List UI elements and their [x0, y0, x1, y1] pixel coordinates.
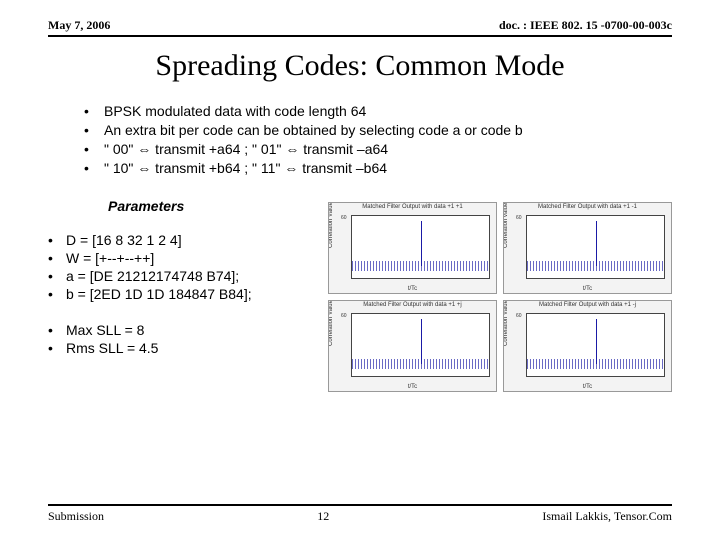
stat-text: Max SLL = 8: [66, 322, 144, 338]
chart-panel: Matched Filter Output with data +1 +j Co…: [328, 300, 497, 392]
bullet-text: " 00" ⇔ transmit +a64 ; " 01" ⇔ transmit…: [104, 141, 388, 157]
list-item: •" 10" ⇔ transmit +b64 ; " 11" ⇔ transmi…: [84, 160, 672, 176]
list-item: •An extra bit per code can be obtained b…: [84, 122, 672, 138]
list-item: •D = [16 8 32 1 2 4]: [48, 232, 328, 248]
footer-row: Submission 12 Ismail Lakkis, Tensor.Com: [48, 509, 672, 524]
chart-ylabel: Correlation value: [503, 203, 509, 248]
footer-author: Ismail Lakkis, Tensor.Com: [542, 509, 672, 524]
list-item: •" 00" ⇔ transmit +a64 ; " 01" ⇔ transmi…: [84, 141, 672, 157]
bullet-dot: •: [84, 141, 104, 157]
stat-text: Rms SLL = 4.5: [66, 340, 158, 356]
param-text: W = [+--+--++]: [66, 250, 154, 266]
chart-panel: Matched Filter Output with data +1 +1 Co…: [328, 202, 497, 294]
chart-spike-icon: [421, 221, 422, 266]
bullet-dot: •: [48, 232, 66, 248]
chart-plot-area: [351, 215, 490, 279]
chart-xlabel: t/Tc: [504, 286, 671, 292]
param-text: D = [16 8 32 1 2 4]: [66, 232, 182, 248]
list-item: •Max SLL = 8: [48, 322, 328, 338]
chart-ytick: 60: [341, 313, 347, 319]
bullet-dot: •: [48, 286, 66, 302]
page-title: Spreading Codes: Common Mode: [48, 49, 672, 83]
header-date: May 7, 2006: [48, 18, 110, 33]
chart-title: Matched Filter Output with data +1 -1: [504, 204, 671, 210]
bullet-text: An extra bit per code can be obtained by…: [104, 122, 523, 138]
chart-plot-area: [526, 215, 665, 279]
chart-title: Matched Filter Output with data +1 -j: [504, 302, 671, 308]
bullet-dot: •: [84, 122, 104, 138]
list-item: •W = [+--+--++]: [48, 250, 328, 266]
chart-spike-icon: [421, 319, 422, 364]
header-row: May 7, 2006 doc. : IEEE 802. 15 -0700-00…: [48, 18, 672, 35]
list-item: •BPSK modulated data with code length 64: [84, 103, 672, 119]
list-item: •Rms SLL = 4.5: [48, 340, 328, 356]
param-text: b = [2ED 1D 1D 184847 B84];: [66, 286, 252, 302]
chart-xlabel: t/Tc: [329, 286, 496, 292]
chart-spike-icon: [596, 319, 597, 364]
chart-ylabel: Correlation Value: [328, 202, 334, 248]
header-doc: doc. : IEEE 802. 15 -0700-00-003c: [499, 18, 672, 33]
footer-left: Submission: [48, 509, 104, 524]
chart-ylabel: Correlation Value: [503, 300, 509, 346]
chart-ytick: 60: [516, 215, 522, 221]
chart-title: Matched Filter Output with data +1 +1: [329, 204, 496, 210]
bullet-text: " 10" ⇔ transmit +b64 ; " 11" ⇔ transmit…: [104, 160, 387, 176]
list-item: •b = [2ED 1D 1D 184847 B84];: [48, 286, 328, 302]
chart-spike-icon: [596, 221, 597, 266]
chart-plot-area: [351, 313, 490, 377]
chart-ytick: 60: [341, 215, 347, 221]
chart-xlabel: t/Tc: [504, 384, 671, 390]
chart-plot-area: [526, 313, 665, 377]
list-item: •a = [DE 21212174748 B74];: [48, 268, 328, 284]
chart-xlabel: t/Tc: [329, 384, 496, 390]
chart-title: Matched Filter Output with data +1 +j: [329, 302, 496, 308]
bullet-dot: •: [48, 340, 66, 356]
header-rule: [48, 35, 672, 37]
footer-page: 12: [317, 509, 329, 524]
bullet-dot: •: [84, 160, 104, 176]
chart-grid: Matched Filter Output with data +1 +1 Co…: [328, 202, 672, 392]
parameters-column: •D = [16 8 32 1 2 4] •W = [+--+--++] •a …: [48, 232, 328, 358]
bullet-dot: •: [48, 250, 66, 266]
chart-panel: Matched Filter Output with data +1 -1 Co…: [503, 202, 672, 294]
bullet-text: BPSK modulated data with code length 64: [104, 103, 366, 119]
chart-ylabel: Correlation Value: [328, 300, 334, 346]
bullet-dot: •: [84, 103, 104, 119]
bullet-dot: •: [48, 268, 66, 284]
chart-panel: Matched Filter Output with data +1 -j Co…: [503, 300, 672, 392]
footer-rule: [48, 504, 672, 506]
param-text: a = [DE 21212174748 B74];: [66, 268, 239, 284]
chart-ytick: 60: [516, 313, 522, 319]
bullet-dot: •: [48, 322, 66, 338]
top-bullet-list: •BPSK modulated data with code length 64…: [84, 103, 672, 176]
lower-section: •D = [16 8 32 1 2 4] •W = [+--+--++] •a …: [48, 232, 672, 392]
